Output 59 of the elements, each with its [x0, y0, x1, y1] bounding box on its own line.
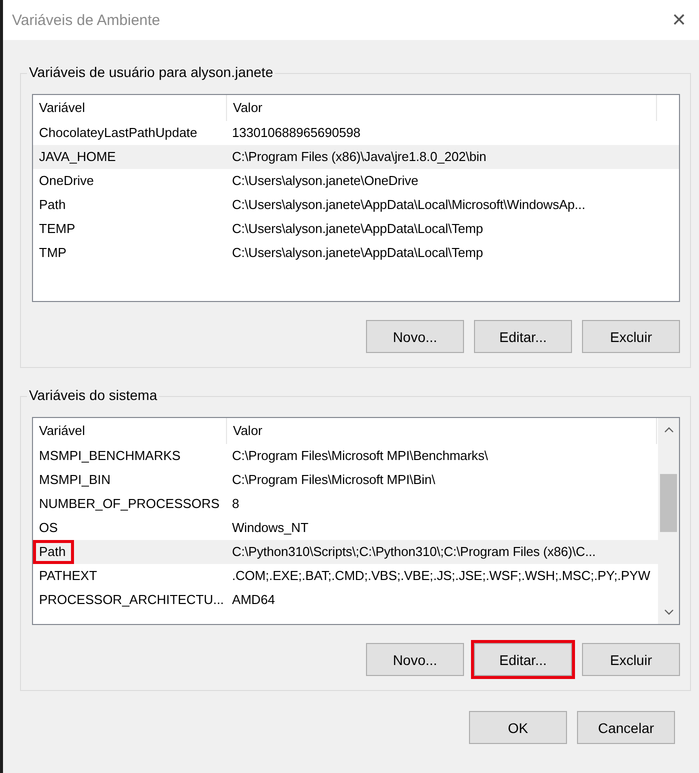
variable-row[interactable]: PROCESSOR_ARCHITECTU... AMD64 — [33, 588, 658, 612]
new-button[interactable]: Novo... — [366, 643, 464, 676]
variable-name: PROCESSOR_ARCHITECTU... — [38, 591, 224, 609]
variable-value: C:\Users\alyson.janete\AppData\Local\Temp — [231, 244, 484, 262]
variable-row[interactable]: NUMBER_OF_PROCESSORS 8 — [33, 492, 658, 516]
variable-row[interactable]: JAVA_HOME C:\Program Files (x86)\Java\jre1.8.0_202\bin — [33, 145, 679, 169]
variable-row[interactable]: TEMP C:\Users\alyson.janete\AppData\Local\Temp — [33, 217, 679, 241]
variable-row[interactable]: OneDrive C:\Users\alyson.janete\OneDrive — [33, 169, 679, 193]
variable-value: Windows_NT — [231, 519, 310, 537]
variable-name: Path — [38, 196, 66, 214]
new-button[interactable]: Novo... — [366, 320, 464, 353]
vertical-scrollbar[interactable] — [658, 418, 679, 624]
variable-name: OS — [38, 519, 58, 537]
variable-name: PATHEXT — [38, 567, 98, 585]
column-header[interactable]: Valor — [227, 418, 657, 444]
variable-value: .COM;.EXE;.BAT;.CMD;.VBS;.VBE;.JS;.JSE;.WSF;.WSH;.MSC;.PY;.PYW — [231, 567, 652, 585]
column-header[interactable]: Variável — [33, 418, 227, 444]
column-header[interactable]: Valor — [227, 95, 657, 121]
window-title: Variáveis de Ambiente — [12, 12, 160, 28]
variable-name: MSMPI_BIN — [38, 471, 111, 489]
variable-row[interactable]: PATHEXT .COM;.EXE;.BAT;.CMD;.VBS;.VBE;.JS;.JSE;.WSF;.WSH;.MSC;.PY;.PYW — [33, 564, 658, 588]
variable-row[interactable]: MSMPI_BIN C:\Program Files\Microsoft MPI\Bin\ — [33, 468, 658, 492]
variable-row[interactable]: OS Windows_NT — [33, 516, 658, 540]
delete-button[interactable]: Excluir — [582, 643, 680, 676]
variable-value: 133010688965690598 — [231, 124, 362, 142]
scroll-thumb[interactable] — [660, 474, 677, 532]
edit-button[interactable]: Editar... — [474, 643, 572, 676]
variable-row[interactable]: Path C:\Users\alyson.janete\AppData\Local\Microsoft\WindowsAp... — [33, 193, 679, 217]
variable-value: C:\Users\alyson.janete\OneDrive — [231, 172, 420, 190]
variable-name: JAVA_HOME — [38, 148, 116, 166]
group-title: Variáveis de usuário para alyson.janete — [27, 64, 276, 80]
variable-row[interactable]: Path C:\Python310\Scripts\;C:\Python310\;C:\Program Files (x86)\C... — [33, 540, 658, 564]
variable-name: ChocolateyLastPathUpdate — [38, 124, 198, 142]
variable-name: NUMBER_OF_PROCESSORS — [38, 495, 220, 513]
variable-name: TMP — [38, 244, 66, 262]
variable-name: TEMP — [38, 220, 76, 238]
variable-name: Path — [33, 540, 74, 564]
variable-row[interactable]: ChocolateyLastPathUpdate 133010688965690598 — [33, 121, 679, 145]
group-title: Variáveis do sistema — [27, 387, 160, 403]
variable-name: OneDrive — [38, 172, 94, 190]
variable-value: C:\Program Files\Microsoft MPI\Benchmarks\ — [231, 447, 489, 465]
variable-value: C:\Program Files (x86)\Java\jre1.8.0_202\bin — [231, 148, 488, 166]
delete-button[interactable]: Excluir — [582, 320, 680, 353]
variable-value: 8 — [231, 495, 240, 513]
scroll-up-icon[interactable] — [664, 427, 674, 433]
variable-value: C:\Program Files\Microsoft MPI\Bin\ — [231, 471, 436, 489]
cancel-button[interactable]: Cancelar — [577, 711, 675, 744]
variable-name: MSMPI_BENCHMARKS — [38, 447, 181, 465]
variable-value: C:\Python310\Scripts\;C:\Python310\;C:\Program Files (x86)\C... — [231, 543, 597, 561]
edit-button[interactable]: Editar... — [474, 320, 572, 353]
variable-row[interactable]: MSMPI_BENCHMARKS C:\Program Files\Microsoft MPI\Benchmarks\ — [33, 444, 658, 468]
variable-value: C:\Users\alyson.janete\AppData\Local\Temp — [231, 220, 484, 238]
close-button[interactable]: ✕ — [659, 0, 699, 40]
scroll-down-icon[interactable] — [664, 609, 674, 615]
variable-value: C:\Users\alyson.janete\AppData\Local\Microsoft\WindowsAp... — [231, 196, 586, 214]
ok-button[interactable]: OK — [469, 711, 567, 744]
column-header[interactable]: Variável — [33, 95, 227, 121]
variable-value: AMD64 — [231, 591, 276, 609]
variable-row[interactable]: TMP C:\Users\alyson.janete\AppData\Local\Temp — [33, 241, 679, 265]
